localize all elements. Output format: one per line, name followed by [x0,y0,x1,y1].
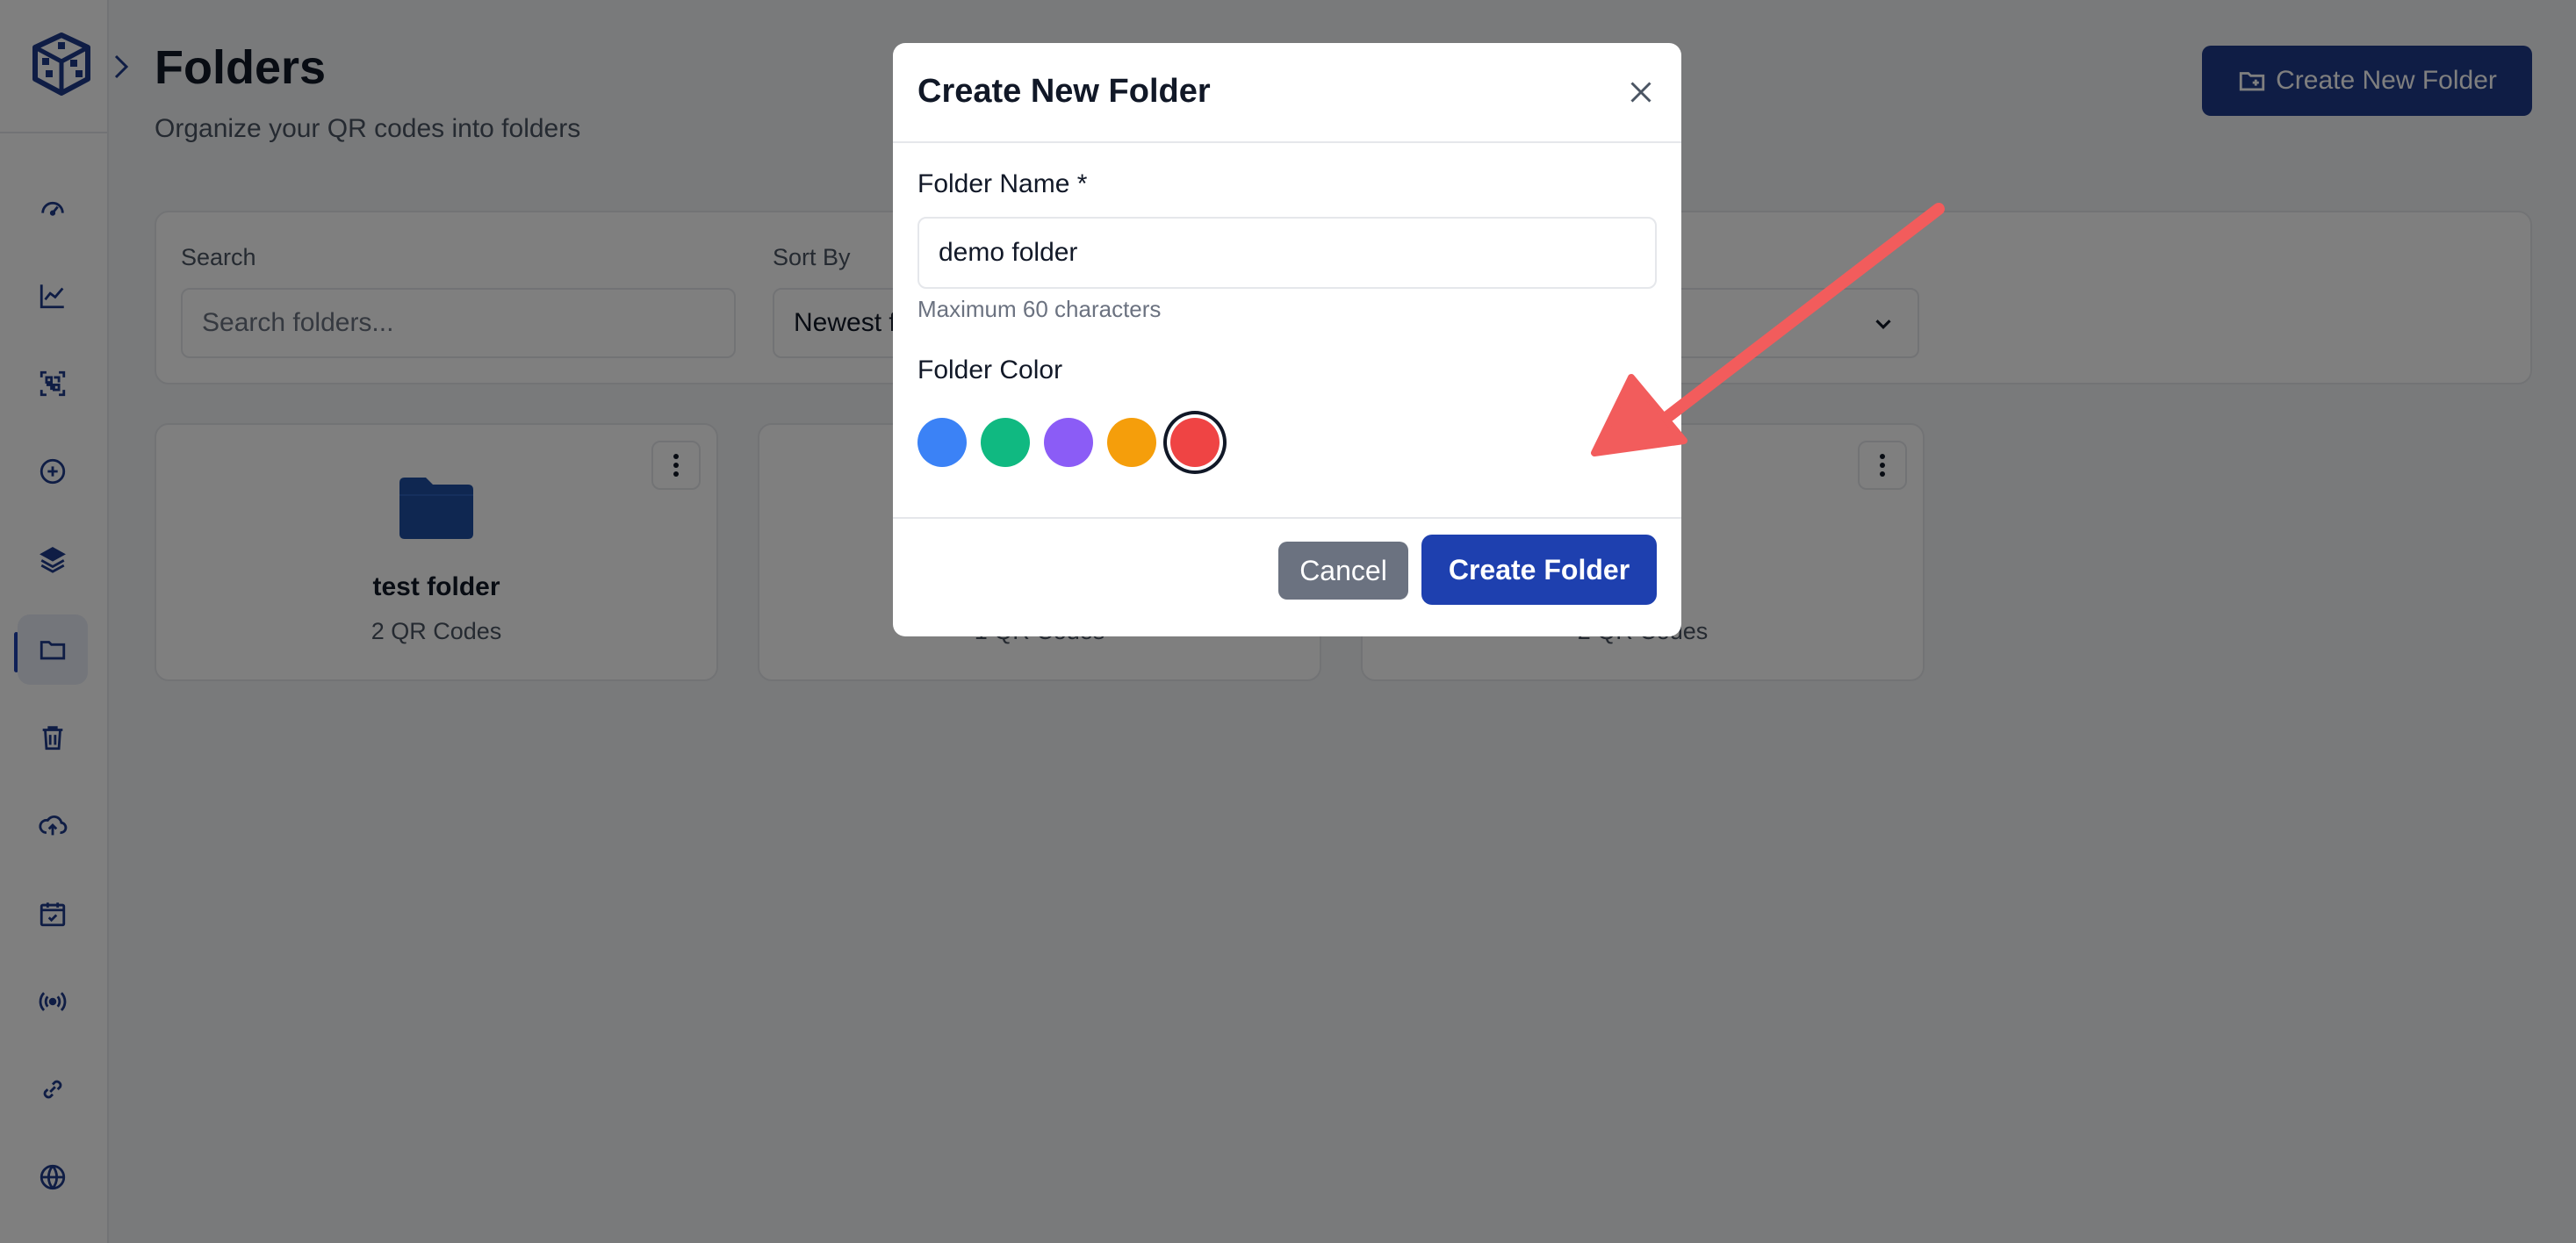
folder-name-helper: Maximum 60 characters [917,296,1162,322]
cancel-button[interactable]: Cancel [1278,542,1408,600]
annotation-arrow-icon [1591,203,1945,456]
folder-name-input[interactable] [917,217,1657,289]
color-swatch-orange[interactable] [1107,418,1156,467]
modal-header: Create New Folder [893,43,1681,143]
color-swatch-green[interactable] [981,418,1030,467]
modal-title: Create New Folder [917,73,1211,110]
create-folder-button[interactable]: Create Folder [1421,535,1657,605]
color-swatch-red[interactable] [1170,418,1220,467]
modal-footer: Cancel Create Folder [893,517,1681,636]
folder-color-label: Folder Color [917,356,1063,384]
color-swatch-purple[interactable] [1044,418,1093,467]
close-button[interactable] [1620,71,1662,113]
close-icon [1630,82,1651,103]
color-swatch-blue[interactable] [917,418,967,467]
create-folder-modal: Create New Folder Folder Name * Maximum … [893,43,1681,636]
folder-name-label: Folder Name * [917,169,1088,198]
